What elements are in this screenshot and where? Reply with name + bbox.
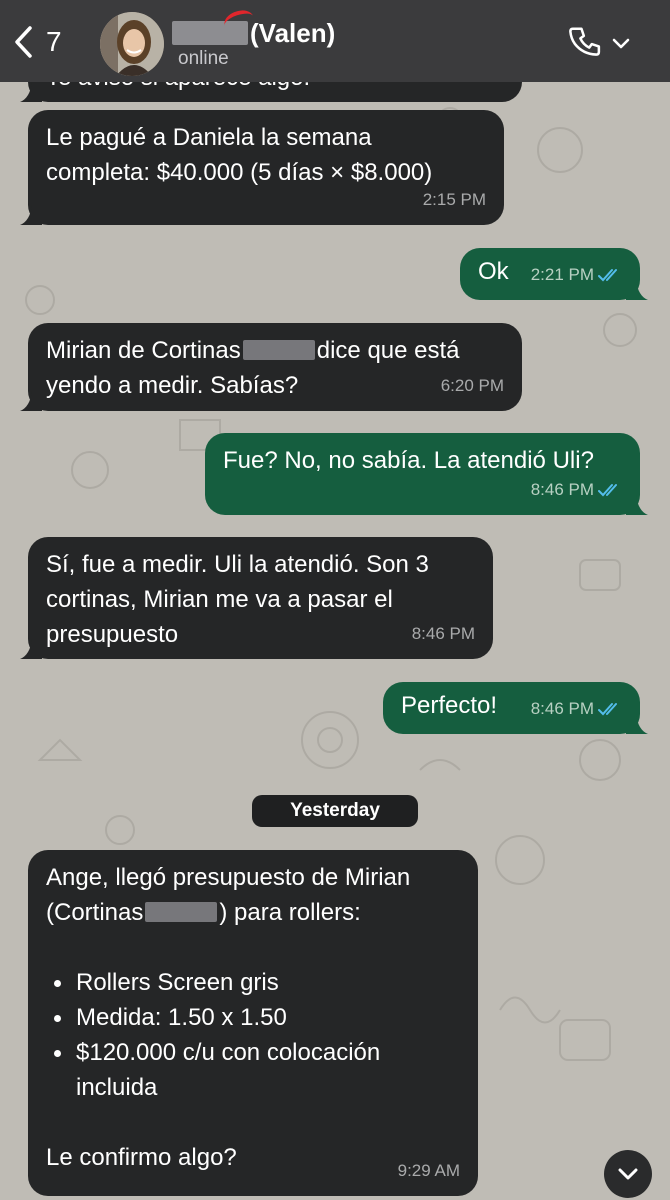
message-text-line: Ange, llegó presupuesto de Mirian — [46, 864, 411, 891]
message-time: 2:21 PM — [531, 257, 622, 292]
contact-name-row[interactable]: (Valen) — [172, 16, 335, 50]
bullet-item: Rollers Screen gris — [54, 965, 460, 1000]
date-divider: Yesterday — [252, 795, 418, 827]
message-text-line: Mirian de Cortinas dice que está — [46, 333, 504, 368]
bubble-tail — [20, 639, 42, 659]
message-time: 2:15 PM — [423, 182, 486, 217]
message-time: 6:20 PM — [441, 368, 504, 403]
back-button[interactable]: 7 — [12, 18, 82, 66]
bubble-tail — [626, 280, 648, 300]
timestamp: 8:46 PM — [530, 699, 594, 718]
bubble-tail — [626, 714, 648, 734]
timestamp: 8:46 PM — [411, 624, 475, 643]
message-time: 8:46 PM — [412, 616, 475, 651]
message-incoming[interactable]: Mirian de Cortinas dice que está yendo a … — [20, 323, 522, 411]
message-outgoing[interactable]: Ok 2:21 PM — [460, 248, 648, 300]
bullet-item-continuation: incluida — [76, 1074, 158, 1101]
read-ticks-icon — [598, 702, 617, 715]
text-fragment: Mirian de Cortinas — [46, 337, 241, 364]
message-incoming[interactable]: Le pagué a Daniela la semana completa: $… — [20, 110, 504, 225]
bubble-tail — [20, 391, 42, 411]
message-text-line: Le pagué a Daniela la semana — [46, 124, 372, 151]
message-text-line: presupuesto — [46, 621, 179, 648]
unread-count: 7 — [46, 26, 62, 57]
timestamp: 2:15 PM — [422, 190, 486, 209]
contact-status: online — [178, 48, 229, 69]
redacted-text — [145, 902, 218, 922]
chevron-down-icon — [618, 1168, 638, 1180]
timestamp: 6:20 PM — [440, 376, 504, 395]
avatar[interactable] — [100, 12, 164, 76]
timestamp: 8:46 PM — [530, 480, 594, 499]
chat-screen: 7 (Valen) online Le pagué a Daniela la s… — [0, 0, 670, 1200]
message-incoming[interactable]: Sí, fue a medir. Uli la atendió. Son 3 c… — [20, 537, 493, 659]
message-time: 8:46 PM — [531, 472, 622, 507]
message-incoming[interactable]: Ange, llegó presupuesto de Mirian (Corti… — [28, 850, 478, 1196]
message-text-line: yendo a medir. Sabías? — [46, 372, 299, 399]
message-text-line: Sí, fue a medir. Uli la atendió. Son 3 — [46, 551, 429, 578]
read-ticks-icon — [598, 268, 617, 281]
chat-header: 7 (Valen) online — [0, 0, 670, 82]
message-outgoing[interactable]: Fue? No, no sabía. La atendió Uli? 8:46 … — [205, 433, 648, 515]
call-button[interactable] — [568, 22, 638, 64]
read-ticks-icon — [598, 483, 617, 496]
bubble-tail — [20, 205, 42, 225]
contact-name: (Valen) — [250, 17, 336, 48]
bubble-tail — [626, 495, 648, 515]
text-fragment: ) para rollers: — [219, 899, 361, 926]
message-outgoing[interactable]: Perfecto! 8:46 PM — [383, 682, 648, 734]
message-text-line: cortinas, Mirian me va a pasar el — [46, 586, 393, 613]
message-time: 8:46 PM — [531, 691, 622, 726]
chevron-left-icon — [15, 26, 32, 58]
text-fragment: (Cortinas — [46, 899, 144, 926]
bullet-item: Medida: 1.50 x 1.50 — [54, 1000, 460, 1035]
message-text-line: completa: $40.000 (5 días × $8.000) — [46, 159, 433, 186]
timestamp: 9:29 AM — [397, 1161, 460, 1180]
message-text-line: (Cortinas ) para rollers: — [46, 895, 460, 930]
timestamp: 2:21 PM — [530, 265, 594, 284]
bullet-item: $120.000 c/u con colocación — [54, 1035, 460, 1070]
bubble-tail — [20, 82, 42, 102]
phone-icon — [569, 27, 601, 56]
message-time: 9:29 AM — [398, 1153, 460, 1188]
redacted-name — [172, 21, 248, 45]
chevron-down-icon — [612, 38, 630, 49]
scroll-to-bottom-button[interactable] — [604, 1150, 652, 1198]
text-fragment: dice que está — [316, 337, 460, 364]
bullet-list: Rollers Screen gris Medida: 1.50 x 1.50 … — [46, 965, 460, 1105]
redacted-text — [242, 340, 315, 360]
